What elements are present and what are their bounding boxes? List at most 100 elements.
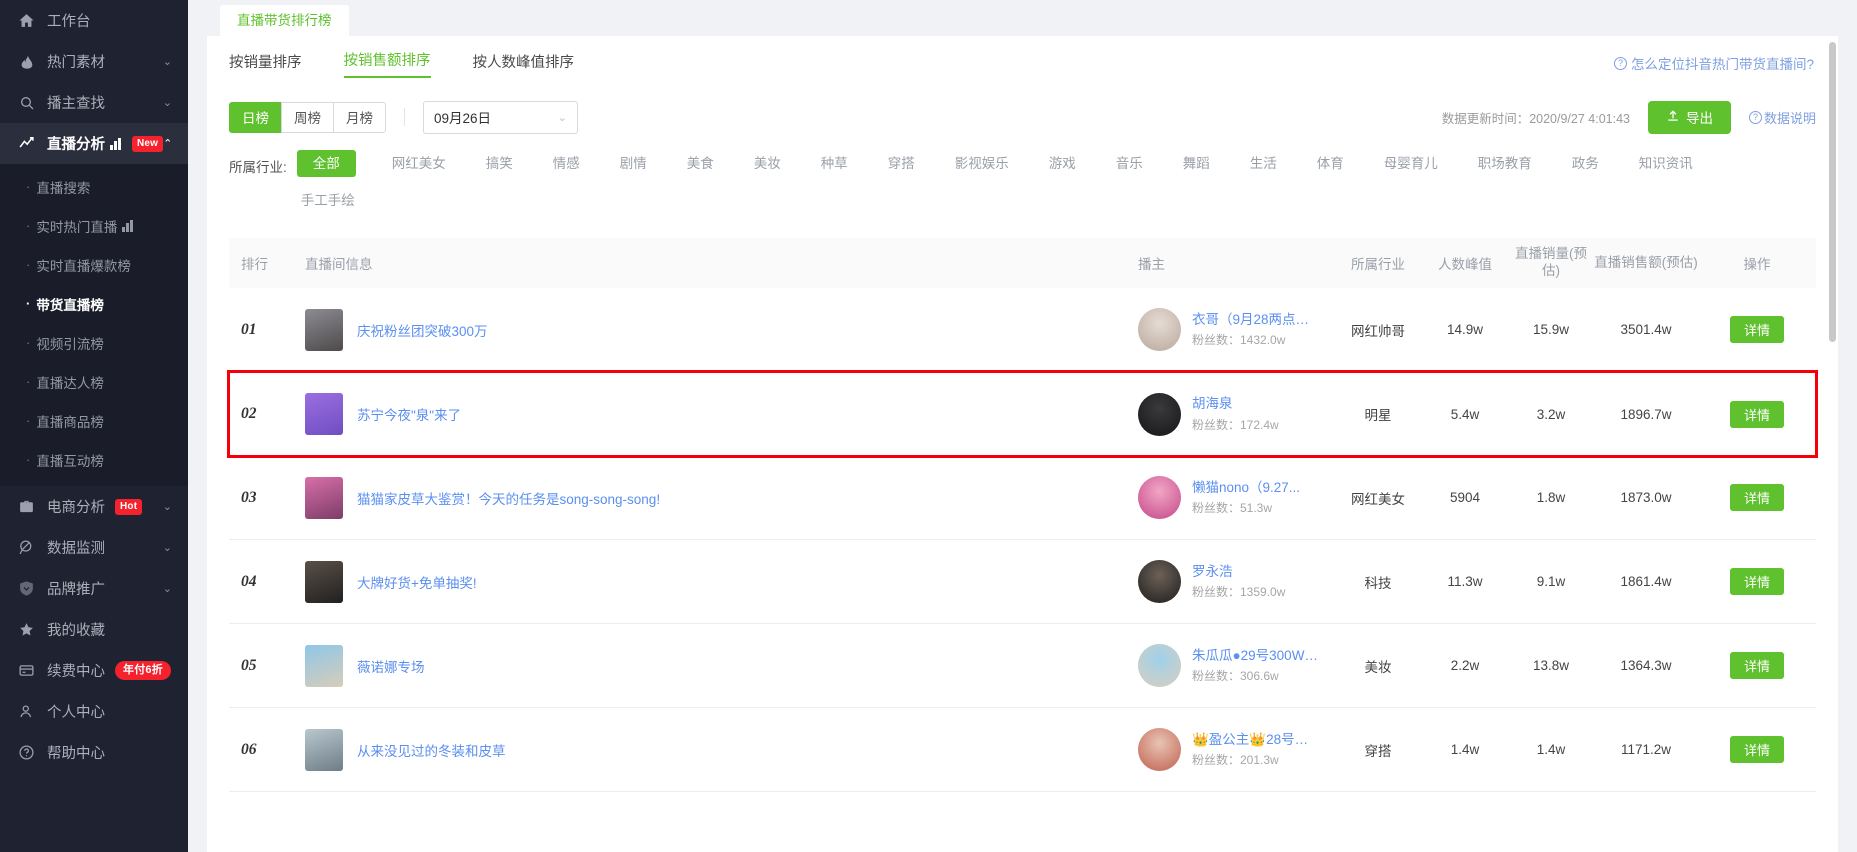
industry-tag[interactable]: 美妆: [750, 150, 785, 177]
table-row[interactable]: 02 苏宁今夜"泉"来了 胡海泉 粉丝数：172.4w 明星 5.4w 3.2w 1896.7…: [227, 370, 1818, 458]
industry-tag[interactable]: 舞蹈: [1179, 150, 1214, 177]
industry-tag[interactable]: 网红美女: [388, 150, 450, 177]
room-title[interactable]: 庆祝粉丝团突破300万: [357, 320, 488, 340]
table-row[interactable]: 06 从来没见过的冬装和皮草 👑盈公主👑28号下午5点... 粉丝数：201.3w 穿搭…: [229, 708, 1816, 792]
industry-tag[interactable]: 种草: [817, 150, 852, 177]
room-title[interactable]: 从来没见过的冬装和皮草: [357, 740, 506, 760]
room-title[interactable]: 猫猫家皮草大鉴赏！今天的任务是song-song-song!: [357, 488, 660, 508]
sidebar-item-renewal-center[interactable]: 续费中心 年付6折: [0, 650, 188, 691]
export-button[interactable]: 导出: [1647, 100, 1731, 134]
room-thumbnail[interactable]: [305, 560, 343, 603]
anchor-name[interactable]: 胡海泉: [1192, 395, 1279, 413]
detail-button[interactable]: 详情: [1730, 400, 1784, 428]
industry-tag[interactable]: 政务: [1568, 150, 1603, 177]
sidebar-item-workbench[interactable]: 工作台: [0, 0, 188, 41]
tab-live-sales-ranking[interactable]: 直播带货排行榜: [220, 5, 349, 36]
card-icon: [17, 661, 36, 680]
sidebar-item-live-talent-list[interactable]: · 直播达人榜: [0, 362, 188, 401]
industry-tag[interactable]: 手工手绘: [297, 187, 359, 214]
room-title[interactable]: 薇诺娜专场: [357, 656, 425, 676]
anchor-name[interactable]: 👑盈公主👑28号下午5点...: [1192, 731, 1318, 749]
anchor-name[interactable]: 懒猫nono（9.27...: [1192, 479, 1300, 497]
industry-tag[interactable]: 情感: [549, 150, 584, 177]
peak-cell: 5904: [1449, 490, 1481, 505]
detail-button[interactable]: 详情: [1730, 316, 1784, 343]
sidebar-item-my-favorites[interactable]: 我的收藏: [0, 609, 188, 650]
data-description-link[interactable]: ? 数据说明: [1748, 108, 1816, 127]
industry-tag[interactable]: 美食: [683, 150, 718, 177]
table-row[interactable]: 04 大牌好货+免单抽奖! 罗永浩 粉丝数：1359.0w 科技 11.3w 9.1w 186…: [229, 540, 1816, 624]
rank-number: 03: [241, 488, 257, 506]
anchor-name[interactable]: 衣哥（9月28两点马克华...: [1192, 311, 1318, 329]
sidebar-subitem-label: 视频引流榜: [36, 336, 104, 352]
sidebar-item-live-search[interactable]: · 直播搜索: [0, 167, 188, 206]
industry-tag[interactable]: 搞笑: [482, 150, 517, 177]
industry-filter-label: 所属行业:: [229, 160, 287, 175]
sidebar-item-anchor-search[interactable]: 播主查找 ⌄: [0, 82, 188, 123]
avatar[interactable]: [1138, 560, 1181, 603]
table-row[interactable]: 01 庆祝粉丝团突破300万 衣哥（9月28两点马克华... 粉丝数：1432.0w 网…: [229, 288, 1816, 372]
avatar[interactable]: [1138, 476, 1181, 519]
industry-tag[interactable]: 母婴育儿: [1380, 150, 1442, 177]
industry-tag[interactable]: 剧情: [616, 150, 651, 177]
vertical-scrollbar[interactable]: [1829, 42, 1836, 342]
room-thumbnail[interactable]: [305, 476, 343, 519]
industry-tag[interactable]: 穿搭: [884, 150, 919, 177]
avatar[interactable]: [1138, 392, 1181, 436]
period-weekly-button[interactable]: 周榜: [281, 101, 333, 133]
sidebar-item-live-product-list[interactable]: · 直播商品榜: [0, 401, 188, 440]
sidebar-item-help-center[interactable]: 帮助中心: [0, 732, 188, 773]
sidebar-item-ecommerce-analysis[interactable]: 电商分析 Hot ⌄: [0, 486, 188, 527]
sidebar-item-realtime-hot-live[interactable]: · 实时热门直播: [0, 206, 188, 245]
anchor-name[interactable]: 朱瓜瓜●29号300W粉丝超...: [1192, 647, 1318, 665]
chevron-down-icon: ⌄: [557, 111, 567, 124]
sidebar-item-brand-promotion[interactable]: 品牌推广 ⌄: [0, 568, 188, 609]
table-row[interactable]: 05 薇诺娜专场 朱瓜瓜●29号300W粉丝超... 粉丝数：306.6w 美妆 2.2w…: [229, 624, 1816, 708]
sidebar-item-live-analysis[interactable]: 直播分析 New ⌃: [0, 123, 188, 164]
industry-tag[interactable]: 生活: [1246, 150, 1281, 177]
room-title[interactable]: 苏宁今夜"泉"来了: [357, 404, 461, 424]
industry-tag[interactable]: 体育: [1313, 150, 1348, 177]
industry-tag[interactable]: 影视娱乐: [951, 150, 1013, 177]
table-row[interactable]: 03 猫猫家皮草大鉴赏！今天的任务是song-song-song! 懒猫nono（9…: [229, 456, 1816, 540]
anchor-fans: 粉丝数：172.4w: [1192, 417, 1279, 432]
sidebar-item-video-traffic-list[interactable]: · 视频引流榜: [0, 323, 188, 362]
sidebar-item-带货直播榜[interactable]: · 带货直播榜: [0, 284, 188, 323]
volume-cell: 1.4w: [1536, 742, 1566, 757]
avatar[interactable]: [1138, 644, 1181, 687]
period-daily-button[interactable]: 日榜: [229, 101, 281, 133]
rank-number: 02: [241, 405, 257, 422]
room-thumbnail[interactable]: [305, 728, 343, 771]
detail-button[interactable]: 详情: [1730, 484, 1784, 511]
monitor-search-icon: [17, 538, 36, 557]
industry-tag[interactable]: 音乐: [1112, 150, 1147, 177]
avatar[interactable]: [1138, 728, 1181, 771]
bar-chart-icon: [122, 219, 134, 232]
help-link-how-to-find-hot-rooms[interactable]: ? 怎么定位抖音热门带货直播间?: [1613, 53, 1814, 73]
anchor-name[interactable]: 罗永浩: [1192, 563, 1285, 581]
sidebar-item-realtime-hit-list[interactable]: · 实时直播爆款榜: [0, 245, 188, 284]
sidebar-item-hot-material[interactable]: 热门素材 ⌄: [0, 41, 188, 82]
tab-sort-by-sales[interactable]: 按销售额排序: [343, 49, 431, 78]
detail-button[interactable]: 详情: [1730, 568, 1784, 595]
sidebar-item-data-monitor[interactable]: 数据监测 ⌄: [0, 527, 188, 568]
detail-button[interactable]: 详情: [1730, 736, 1784, 763]
bullet-icon: ·: [26, 257, 31, 272]
industry-tag[interactable]: 知识资讯: [1635, 150, 1697, 177]
room-title[interactable]: 大牌好货+免单抽奖!: [357, 572, 477, 592]
room-thumbnail[interactable]: [305, 308, 343, 351]
industry-tag-all[interactable]: 全部: [296, 150, 356, 177]
sidebar-item-live-interaction-list[interactable]: · 直播互动榜: [0, 440, 188, 479]
industry-cell: 网红帅哥: [1351, 323, 1405, 339]
industry-tag[interactable]: 职场教育: [1474, 150, 1536, 177]
tab-sort-by-volume[interactable]: 按销量排序: [229, 51, 302, 75]
tab-sort-by-peak[interactable]: 按人数峰值排序: [473, 51, 575, 75]
avatar[interactable]: [1138, 308, 1181, 351]
sidebar-item-personal-center[interactable]: 个人中心: [0, 691, 188, 732]
detail-button[interactable]: 详情: [1730, 652, 1784, 679]
industry-tag[interactable]: 游戏: [1045, 150, 1080, 177]
room-thumbnail[interactable]: [305, 393, 343, 435]
period-monthly-button[interactable]: 月榜: [333, 101, 386, 133]
date-picker[interactable]: 09月26日 ⌄: [423, 100, 578, 134]
room-thumbnail[interactable]: [305, 644, 343, 687]
